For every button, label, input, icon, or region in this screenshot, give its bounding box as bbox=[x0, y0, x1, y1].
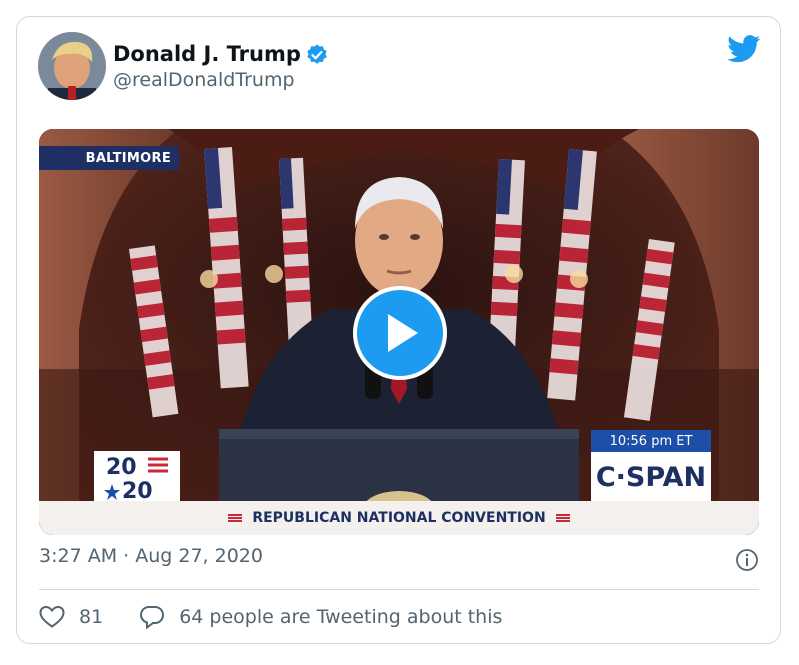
rnc-banner: REPUBLICAN NATIONAL CONVENTION bbox=[39, 501, 759, 535]
reply-bubble-icon bbox=[140, 606, 165, 629]
tweet-actions: 81 64 people are Tweeting about this bbox=[39, 602, 502, 632]
rnc-2020-logo: 20 20 bbox=[94, 451, 180, 503]
banner-text: REPUBLICAN NATIONAL CONVENTION bbox=[252, 510, 546, 526]
cspan-logo: C·SPAN bbox=[591, 452, 711, 502]
like-action[interactable]: 81 bbox=[39, 605, 103, 629]
broadcast-time: 10:56 pm ET bbox=[591, 430, 711, 452]
avatar[interactable] bbox=[38, 32, 106, 100]
flag-mark-icon bbox=[555, 514, 570, 522]
tweet-timestamp[interactable]: 3:27 AM · Aug 27, 2020 bbox=[39, 545, 263, 567]
divider bbox=[39, 589, 759, 590]
info-icon[interactable] bbox=[735, 548, 759, 572]
author-name[interactable]: Donald J. Trump bbox=[113, 42, 301, 66]
author-handle[interactable]: @realDonaldTrump bbox=[113, 69, 295, 91]
logo-year-bottom: 20 bbox=[122, 479, 153, 503]
heart-icon bbox=[39, 605, 65, 628]
conversation-text: 64 people are Tweeting about this bbox=[179, 606, 503, 628]
location-label: BALTIMORE bbox=[39, 146, 179, 170]
conversation-action[interactable]: 64 people are Tweeting about this bbox=[139, 605, 502, 629]
tweet-card[interactable]: Donald J. Trump @realDonaldTrump BALTIMO… bbox=[16, 16, 781, 644]
logo-year-top: 20 bbox=[106, 455, 137, 480]
video-player[interactable]: BALTIMORE 20 20 10:56 pm ET C·SPAN REPUB… bbox=[39, 129, 759, 535]
twitter-bird-icon[interactable] bbox=[727, 35, 761, 63]
verified-badge-icon bbox=[307, 44, 327, 64]
flag-mark-icon bbox=[228, 514, 243, 522]
like-count: 81 bbox=[79, 606, 104, 628]
play-button[interactable] bbox=[353, 286, 447, 380]
play-icon bbox=[388, 314, 418, 352]
